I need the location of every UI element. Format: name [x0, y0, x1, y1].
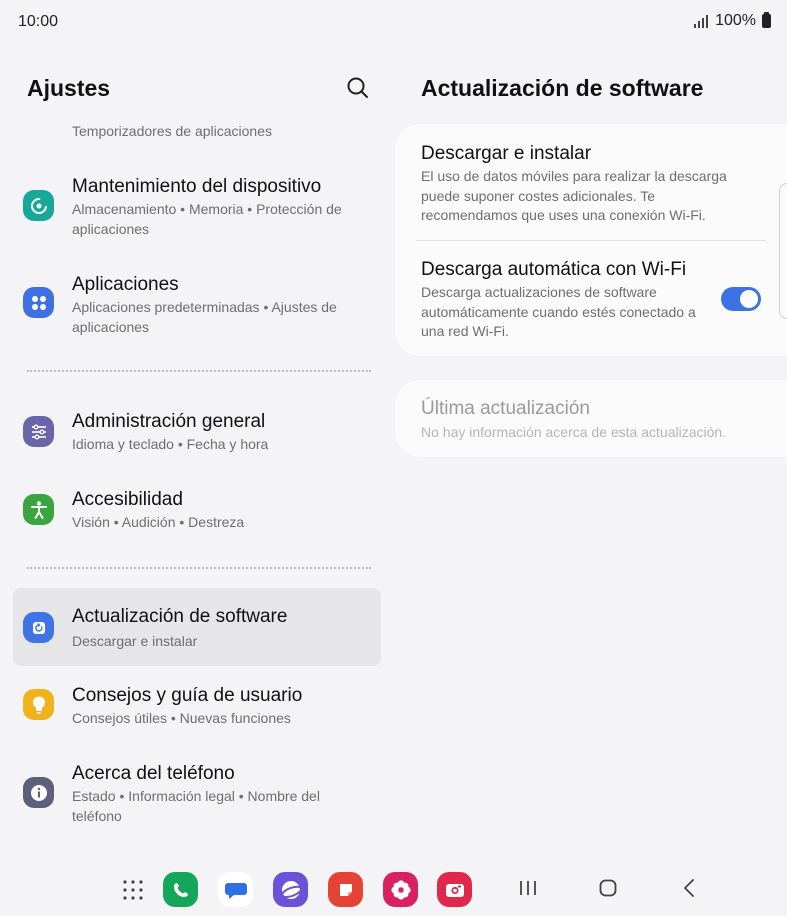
status-right: 100%: [694, 12, 771, 30]
notes-app-icon[interactable]: [328, 872, 363, 907]
settings-item-apps[interactable]: Aplicaciones Aplicaciones predeterminada…: [13, 266, 381, 344]
search-button[interactable]: [344, 74, 372, 102]
item-subtitle: Descargar e instalar: [72, 633, 198, 649]
home-button[interactable]: [598, 878, 618, 903]
battery-icon: [762, 12, 771, 28]
app-timers-subtext[interactable]: Temporizadores de aplicaciones: [72, 123, 272, 139]
recents-button[interactable]: [518, 878, 538, 903]
settings-item-accessibility[interactable]: Accesibilidad Visión • Audición • Destre…: [13, 481, 381, 541]
accessibility-icon: [23, 494, 54, 525]
item-subtitle: Idioma y teclado • Fecha y hora: [72, 436, 269, 452]
camera-app-icon[interactable]: [437, 872, 472, 907]
back-button[interactable]: [680, 878, 700, 903]
update-options-card: Descargar e instalar El uso de datos móv…: [395, 124, 787, 356]
battery-percent: 100%: [715, 12, 756, 29]
settings-item-about-phone[interactable]: Acerca del teléfono Estado • Información…: [13, 755, 381, 833]
item-title: Acerca del teléfono: [72, 763, 235, 784]
card-divider: [416, 240, 766, 241]
section-divider: [27, 567, 371, 569]
item-subtitle: Aplicaciones predeterminadas • Ajustes d…: [72, 299, 337, 335]
settings-item-software-update[interactable]: Actualización de software Descargar e in…: [13, 588, 381, 666]
signal-icon: [694, 14, 709, 28]
app-drawer-icon: [123, 880, 143, 900]
last-update-card: Última actualización No hay información …: [395, 380, 787, 457]
auto-download-desc: Descarga actualizaciones de software aut…: [421, 284, 696, 339]
item-subtitle: Visión • Audición • Destreza: [72, 514, 245, 530]
taskbar: [0, 862, 787, 916]
home-icon: [599, 879, 617, 897]
settings-title: Ajustes: [27, 75, 111, 101]
gallery-app-icon[interactable]: [383, 872, 418, 907]
messages-app-icon[interactable]: [218, 872, 253, 907]
item-title: Administración general: [72, 411, 266, 432]
auto-download-title: Descarga automática con Wi-Fi: [421, 259, 687, 280]
settings-item-tips[interactable]: Consejos y guía de usuario Consejos útil…: [13, 677, 381, 737]
sliders-icon: [23, 416, 54, 447]
status-time: 10:00: [18, 13, 59, 30]
item-subtitle: Estado • Información legal • Nombre del …: [72, 788, 320, 824]
last-update-desc: No hay información acerca de esta actual…: [421, 424, 727, 440]
section-divider: [27, 370, 371, 372]
back-icon: [684, 879, 694, 897]
auto-download-toggle[interactable]: [721, 287, 761, 311]
item-subtitle: Almacenamiento • Memoria • Protección de…: [72, 201, 342, 237]
lightbulb-icon: [23, 689, 54, 720]
scroll-handle[interactable]: [779, 183, 787, 319]
search-icon: [347, 77, 368, 98]
software-update-icon: [23, 612, 54, 643]
download-install-title: Descargar e instalar: [421, 143, 592, 164]
settings-item-device-care[interactable]: Mantenimiento del dispositivo Almacenami…: [13, 168, 381, 246]
item-title: Mantenimiento del dispositivo: [72, 176, 322, 197]
item-subtitle: Consejos útiles • Nuevas funciones: [72, 710, 291, 726]
internet-app-icon[interactable]: [273, 872, 308, 907]
info-icon: [23, 777, 54, 808]
settings-item-general-management[interactable]: Administración general Idioma y teclado …: [13, 403, 381, 463]
recents-icon: [520, 881, 536, 895]
download-install-desc: El uso de datos móviles para realizar la…: [421, 168, 727, 223]
item-title: Aplicaciones: [72, 274, 179, 295]
item-title: Accesibilidad: [72, 489, 183, 510]
status-bar: 10:00 100%: [0, 0, 787, 44]
download-install-option[interactable]: Descargar e instalar El uso de datos móv…: [395, 124, 787, 238]
item-title: Consejos y guía de usuario: [72, 685, 303, 706]
device-care-icon: [23, 190, 54, 221]
last-update-title: Última actualización: [421, 398, 590, 419]
apps-icon: [23, 287, 54, 318]
item-title: Actualización de software: [72, 606, 288, 627]
app-drawer-button[interactable]: [122, 879, 144, 901]
phone-app-icon[interactable]: [163, 872, 198, 907]
detail-title: Actualización de software: [421, 75, 704, 101]
